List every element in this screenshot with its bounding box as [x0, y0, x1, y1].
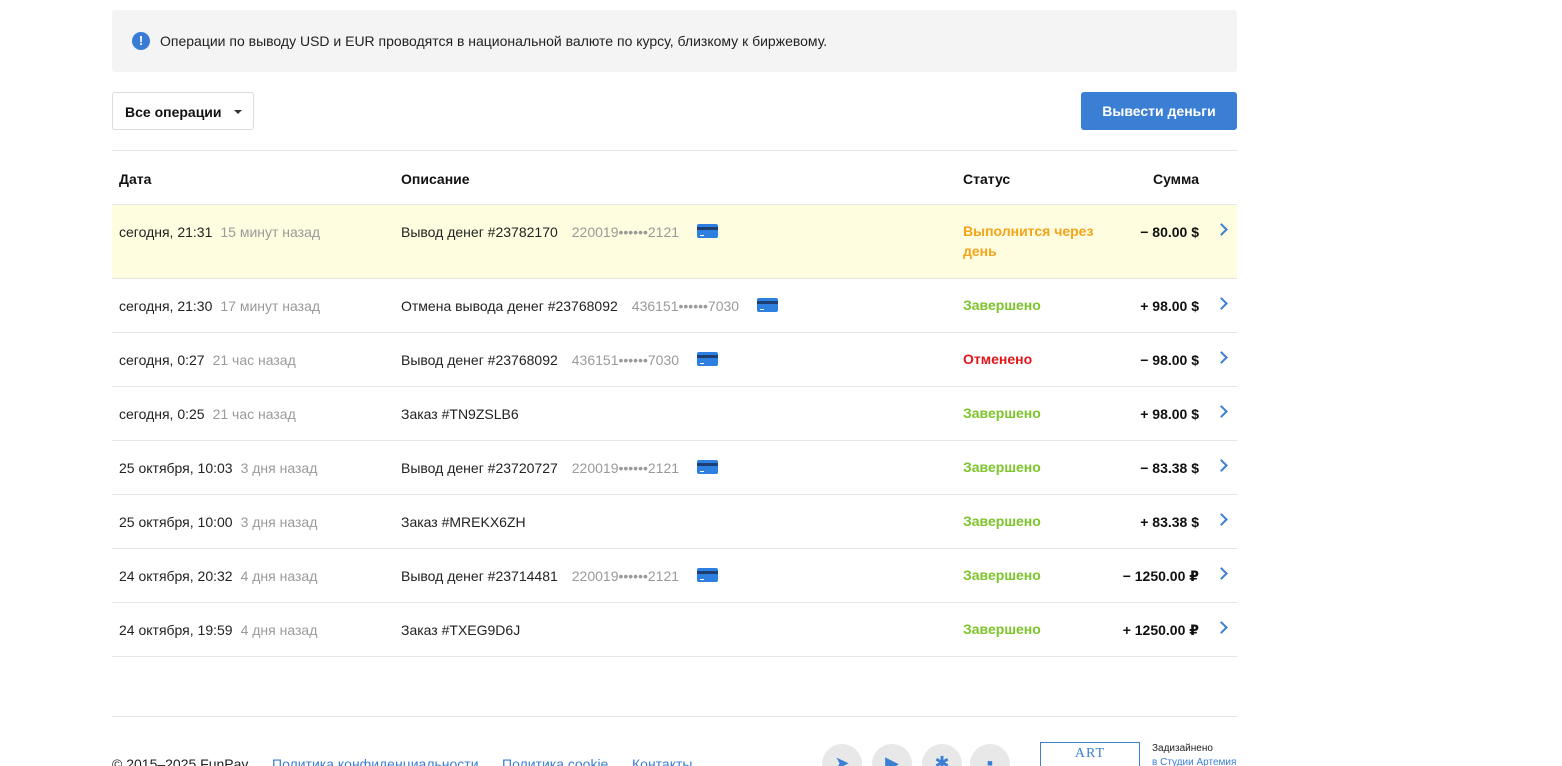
header-description: Описание — [401, 171, 470, 187]
row-sum: + 83.38 $ — [1140, 514, 1199, 530]
row-status: Завершено — [963, 513, 1041, 529]
bank-card-icon — [697, 460, 719, 474]
row-sum: + 98.00 $ — [1140, 406, 1199, 422]
row-date: сегодня, 21:30 17 минут назад — [119, 298, 321, 314]
row-date: 25 октября, 10:00 3 дня назад — [119, 514, 318, 530]
row-status: Завершено — [963, 297, 1041, 313]
row-card-number: 220019••••••2121 — [571, 224, 680, 240]
row-ago: 3 дня назад — [240, 460, 318, 476]
row-date: 25 октября, 10:03 3 дня назад — [119, 460, 318, 476]
designed-by-line: в Студии Артемия — [1152, 756, 1236, 766]
footer-divider — [112, 716, 1237, 717]
header-status: Статус — [963, 171, 1011, 187]
row-description: Вывод денег #23782170 220019••••••2121 — [401, 224, 719, 240]
info-notice: ! Операции по выводу USD и EUR проводятс… — [112, 10, 1237, 72]
telegram-icon[interactable]: ➤ — [822, 744, 862, 766]
withdraw-money-button[interactable]: Вывести деньги — [1081, 92, 1237, 130]
row-description: Заказ #TXEG9D6J — [401, 622, 521, 638]
chevron-right-icon[interactable] — [1215, 459, 1228, 472]
designed-label: Задизайнено — [1152, 743, 1213, 754]
header-date: Дата — [119, 171, 152, 187]
chevron-right-icon[interactable] — [1215, 351, 1228, 364]
row-description: Заказ #TN9ZSLB6 — [401, 406, 519, 422]
chevron-right-icon[interactable] — [1215, 297, 1228, 310]
row-description: Вывод денег #23720727 220019••••••2121 — [401, 460, 719, 476]
chevron-right-icon[interactable] — [1215, 567, 1228, 580]
table-row[interactable]: 24 октября, 20:32 4 дня назад Вывод денег… — [112, 549, 1237, 603]
row-sum: + 98.00 $ — [1140, 298, 1199, 314]
row-sum: − 1250.00 ₽ — [1122, 568, 1199, 584]
row-card-number: 436151••••••7030 — [571, 352, 680, 368]
chevron-right-icon[interactable] — [1215, 405, 1228, 418]
cookie-policy-link[interactable]: Политика cookie — [502, 756, 608, 766]
youtube-icon[interactable]: ▶ — [872, 744, 912, 766]
row-status: Завершено — [963, 621, 1041, 637]
header-sum: Сумма — [1152, 171, 1199, 187]
row-status: Отменено — [963, 351, 1033, 367]
row-sum: − 80.00 $ — [1140, 224, 1199, 240]
row-date: сегодня, 0:25 21 час назад — [119, 406, 296, 422]
bank-card-icon — [697, 352, 719, 366]
row-description: Вывод денег #23768092 436151••••••7030 — [401, 352, 719, 368]
table-row[interactable]: сегодня, 0:27 21 час назад Вывод денег #2… — [112, 333, 1237, 387]
notice-text: Операции по выводу USD и EUR проводятся … — [160, 33, 828, 49]
facebook-icon[interactable]: ▪ — [970, 744, 1010, 766]
row-ago: 15 минут назад — [220, 224, 321, 240]
row-sum: + 1250.00 ₽ — [1122, 622, 1199, 638]
operations-table: Дата Описание Статус Сумма сегодня, 21:3… — [112, 150, 1237, 657]
row-status: Завершено — [963, 459, 1041, 475]
table-row[interactable]: 25 октября, 10:00 3 дня назад Заказ #MREK… — [112, 495, 1237, 549]
row-date: 24 октября, 20:32 4 дня назад — [119, 568, 318, 584]
row-status: Выполнится через день — [963, 223, 1094, 259]
row-date: сегодня, 21:31 15 минут назад — [119, 224, 321, 240]
caret-down-icon — [234, 110, 242, 114]
row-date: сегодня, 0:27 21 час назад — [119, 352, 296, 368]
copyright: © 2015–2025 FunPay — [112, 756, 249, 766]
privacy-policy-link[interactable]: Политика конфиденциальности — [272, 756, 479, 766]
contacts-link[interactable]: Контакты — [632, 756, 692, 766]
chevron-right-icon[interactable] — [1215, 513, 1228, 526]
chevron-right-icon[interactable] — [1215, 621, 1228, 634]
row-description: Отмена вывода денег #23768092 436151•••••… — [401, 298, 779, 314]
table-row[interactable]: 25 октября, 10:03 3 дня назад Вывод денег… — [112, 441, 1237, 495]
operations-filter-dropdown[interactable]: Все операции — [112, 92, 254, 130]
row-date: 24 октября, 19:59 4 дня назад — [119, 622, 318, 638]
row-sum: − 98.00 $ — [1140, 352, 1199, 368]
row-description: Вывод денег #23714481 220019••••••2121 — [401, 568, 719, 584]
designed-by: Задизайнено в Студии Артемия — [1152, 742, 1236, 766]
row-card-number: 220019••••••2121 — [571, 568, 680, 584]
row-sum: − 83.38 $ — [1140, 460, 1199, 476]
row-card-number: 220019••••••2121 — [571, 460, 680, 476]
row-description: Заказ #MREKX6ZH — [401, 514, 526, 530]
bank-card-icon — [757, 298, 779, 312]
row-card-number: 436151••••••7030 — [631, 298, 740, 314]
table-header: Дата Описание Статус Сумма — [112, 151, 1237, 205]
table-row[interactable]: сегодня, 0:25 21 час назад Заказ #TN9ZSLB… — [112, 387, 1237, 441]
row-ago: 3 дня назад — [240, 514, 318, 530]
row-ago: 4 дня назад — [240, 568, 318, 584]
row-ago: 4 дня назад — [240, 622, 318, 638]
table-row[interactable]: сегодня, 21:31 15 минут назад Вывод денег… — [112, 205, 1237, 279]
filter-label: Все операции — [125, 104, 222, 120]
art-lebedev-logo[interactable]: ART LEBEDEV — [1040, 742, 1140, 766]
bank-card-icon — [697, 568, 719, 582]
info-icon: ! — [132, 32, 150, 50]
chevron-right-icon[interactable] — [1215, 223, 1228, 236]
row-ago: 17 минут назад — [220, 298, 321, 314]
vk-icon[interactable]: ✱ — [922, 744, 962, 766]
row-ago: 21 час назад — [212, 352, 296, 368]
row-ago: 21 час назад — [212, 406, 296, 422]
studio-link[interactable]: в Студии Артемия — [1152, 757, 1236, 766]
table-row[interactable]: 24 октября, 19:59 4 дня назад Заказ #TXEG… — [112, 603, 1237, 657]
row-status: Завершено — [963, 567, 1041, 583]
bank-card-icon — [697, 224, 719, 238]
table-row[interactable]: сегодня, 21:30 17 минут назад Отмена выво… — [112, 279, 1237, 333]
row-status: Завершено — [963, 405, 1041, 421]
